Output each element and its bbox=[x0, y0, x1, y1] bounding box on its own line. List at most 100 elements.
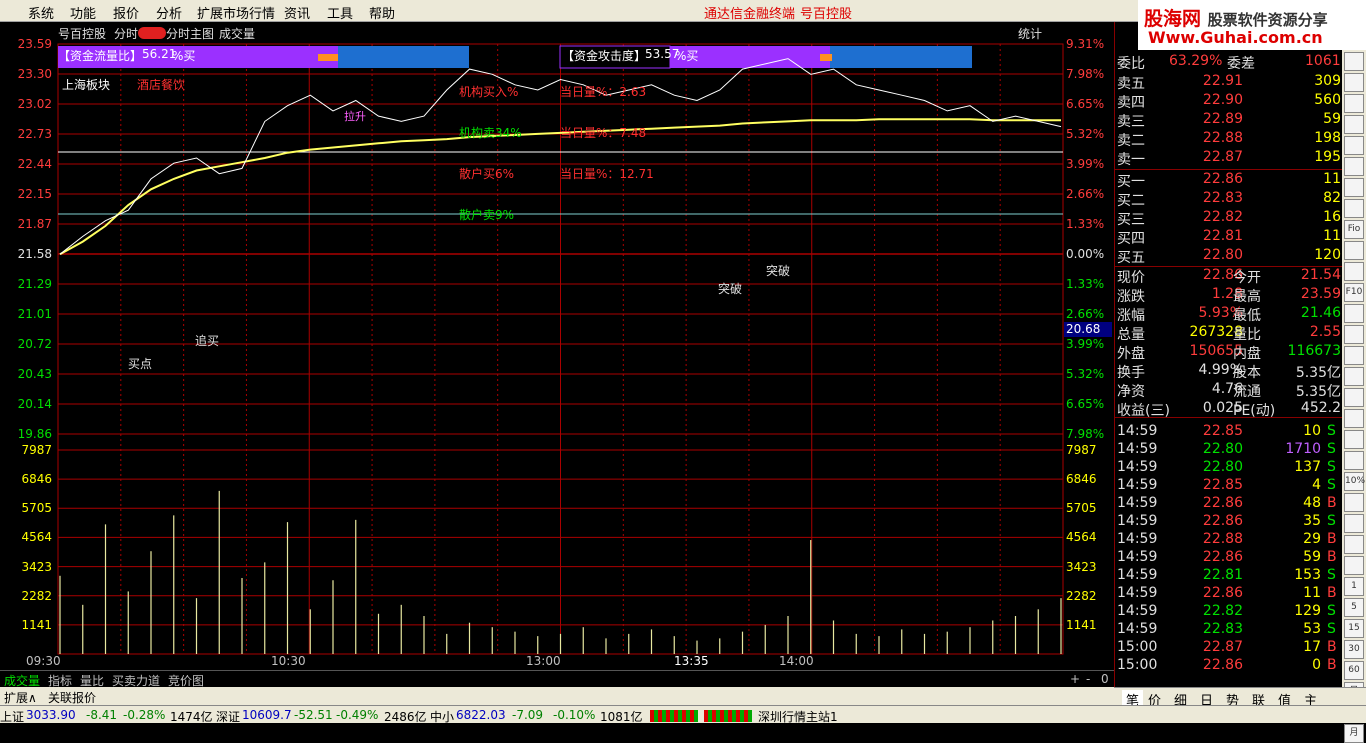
day-vol-2: 当日量%：7.48 bbox=[560, 126, 647, 140]
toolbar-icon[interactable] bbox=[1344, 388, 1364, 407]
quote-value-2: 21.54 bbox=[1300, 267, 1341, 283]
toolbar-icon[interactable]: 60 bbox=[1344, 661, 1364, 680]
panel1-marker bbox=[318, 54, 338, 61]
ask-volume: 59 bbox=[1323, 111, 1341, 127]
toolbar-icon[interactable] bbox=[1344, 241, 1364, 260]
toolbar-icon[interactable] bbox=[1344, 304, 1364, 323]
menu-news[interactable]: 资讯 bbox=[284, 3, 310, 22]
server-name: 深圳行情主站1 bbox=[758, 710, 838, 724]
toolbar-icon[interactable]: 1 bbox=[1344, 577, 1364, 596]
ask-price: 22.88 bbox=[1202, 130, 1243, 146]
toolbar-icon[interactable] bbox=[1344, 157, 1364, 176]
intraday-chart[interactable]: 号百控股 分时 分时主图 成交量 统计 【资金流量比】 56.21 %买 【资金… bbox=[0, 22, 1114, 670]
tick-row: 14:59 22.85 4 S bbox=[1117, 476, 1341, 495]
toolbar-icon[interactable] bbox=[1344, 514, 1364, 533]
toolbar-icon[interactable] bbox=[1344, 346, 1364, 365]
sub-bar: 扩展∧ 关联报价 bbox=[0, 687, 1114, 705]
toolbar-icon[interactable] bbox=[1344, 493, 1364, 512]
quote-row: 换手 4.99% 股本 5.35亿 bbox=[1117, 361, 1341, 381]
toolbar-icon[interactable] bbox=[1344, 73, 1364, 92]
tick-price: 22.87 bbox=[1202, 639, 1243, 655]
chart-stat-button[interactable]: 统计 bbox=[1018, 25, 1042, 42]
toolbar-icon[interactable] bbox=[1344, 52, 1364, 71]
menu-help[interactable]: 帮助 bbox=[369, 3, 395, 22]
bid-volume: 82 bbox=[1323, 190, 1341, 206]
toolbar-icon[interactable] bbox=[1344, 451, 1364, 470]
right-toolbar: FioF1010%15153060日周月 bbox=[1342, 50, 1366, 743]
menu-system[interactable]: 系统 bbox=[28, 3, 54, 22]
volume-tick-label-right: 5705 bbox=[1066, 501, 1097, 516]
toolbar-icon[interactable] bbox=[1344, 136, 1364, 155]
percent-tick-label: 9.31% bbox=[1066, 37, 1105, 51]
toolbar-icon[interactable]: F10 bbox=[1344, 283, 1364, 302]
quote-label: 外盘 bbox=[1117, 346, 1145, 362]
zoom-in-button[interactable]: + bbox=[1070, 672, 1080, 686]
reset-button[interactable]: 0 bbox=[1101, 672, 1109, 686]
quote-label: 涨跌 bbox=[1117, 289, 1145, 305]
volume-tick-label-right: 3423 bbox=[1066, 559, 1097, 574]
sector-industry: 酒店餐饮 bbox=[137, 78, 186, 92]
tick-row: 14:59 22.86 59 B bbox=[1117, 548, 1341, 567]
menu-tools[interactable]: 工具 bbox=[327, 3, 353, 22]
panel-divider bbox=[1115, 417, 1343, 418]
panel2-marker bbox=[820, 54, 832, 61]
toolbar-icon[interactable]: 30 bbox=[1344, 640, 1364, 659]
toolbar-icon[interactable]: 10% bbox=[1344, 472, 1365, 491]
toolbar-icon[interactable] bbox=[1344, 262, 1364, 281]
order-diff-value: 1061 bbox=[1305, 53, 1341, 69]
toolbar-icon[interactable] bbox=[1344, 367, 1364, 386]
toolbar-icon[interactable]: Fio bbox=[1344, 220, 1364, 239]
inst-sell-label: 机构卖34% bbox=[459, 126, 522, 140]
price-tick-label: 22.73 bbox=[17, 127, 52, 141]
toolbar-icon[interactable] bbox=[1344, 199, 1364, 218]
day-vol-1: 当日量%：2.63 bbox=[560, 85, 647, 99]
day-vol-3: 当日量%：12.71 bbox=[560, 167, 654, 181]
quote-value-2: 116673 bbox=[1287, 343, 1341, 359]
tick-side: B bbox=[1327, 657, 1337, 673]
toolbar-icon[interactable] bbox=[1344, 535, 1364, 554]
quote-label: 现价 bbox=[1117, 270, 1145, 286]
sme-index-change: -7.09 bbox=[512, 708, 544, 722]
order-ratio-row: 委比 63.29% 委差 1061 bbox=[1117, 52, 1341, 72]
quote-value-2: 452.2 bbox=[1300, 400, 1341, 416]
tick-row: 15:00 22.87 17 B bbox=[1117, 638, 1341, 657]
tick-time: 15:00 bbox=[1117, 639, 1158, 655]
toolbar-icon[interactable] bbox=[1344, 430, 1364, 449]
tick-time: 15:00 bbox=[1117, 657, 1158, 673]
panel-divider bbox=[1115, 266, 1343, 267]
expand-button[interactable]: 扩展∧ bbox=[4, 689, 37, 706]
menu-extended-market[interactable]: 扩展市场行情 bbox=[197, 3, 275, 22]
toolbar-icon[interactable] bbox=[1344, 325, 1364, 344]
bid-row: 买二 22.83 82 bbox=[1117, 189, 1341, 209]
menu-quote[interactable]: 报价 bbox=[113, 3, 139, 22]
menu-analysis[interactable]: 分析 bbox=[156, 3, 182, 22]
sh-index-amount: 1474亿 bbox=[170, 710, 213, 724]
menu-function[interactable]: 功能 bbox=[70, 3, 96, 22]
price-tick-label: 21.58 bbox=[17, 247, 52, 261]
ask-volume: 198 bbox=[1314, 130, 1341, 146]
toolbar-icon[interactable]: 15 bbox=[1344, 619, 1364, 638]
tick-price: 22.80 bbox=[1202, 441, 1243, 457]
tick-volume: 17 bbox=[1303, 639, 1321, 655]
zoom-out-button[interactable]: - bbox=[1086, 672, 1090, 686]
bid-price: 22.80 bbox=[1202, 247, 1243, 263]
toolbar-icon[interactable] bbox=[1344, 94, 1364, 113]
quote-label: 换手 bbox=[1117, 365, 1145, 381]
tick-time: 14:59 bbox=[1117, 423, 1158, 439]
toolbar-icon[interactable] bbox=[1344, 178, 1364, 197]
related-quote-button[interactable]: 关联报价 bbox=[48, 689, 96, 706]
price-tick-label: 21.01 bbox=[17, 307, 52, 321]
ask-level-label: 卖四 bbox=[1117, 95, 1145, 111]
tick-row: 14:59 22.80 1710 S bbox=[1117, 440, 1341, 459]
toolbar-icon[interactable]: 5 bbox=[1344, 598, 1364, 617]
ask-volume: 560 bbox=[1314, 92, 1341, 108]
ask-price: 22.91 bbox=[1202, 73, 1243, 89]
quote-label-2: 流通 bbox=[1233, 384, 1261, 400]
toolbar-icon[interactable] bbox=[1344, 409, 1364, 428]
toolbar-icon[interactable] bbox=[1344, 556, 1364, 575]
bid-level-label: 买二 bbox=[1117, 193, 1145, 209]
time-tick-label: 13:00 bbox=[526, 654, 561, 668]
toolbar-icon[interactable]: 月 bbox=[1344, 724, 1364, 743]
chart-mode[interactable]: 分时 bbox=[114, 25, 138, 42]
toolbar-icon[interactable] bbox=[1344, 115, 1364, 134]
